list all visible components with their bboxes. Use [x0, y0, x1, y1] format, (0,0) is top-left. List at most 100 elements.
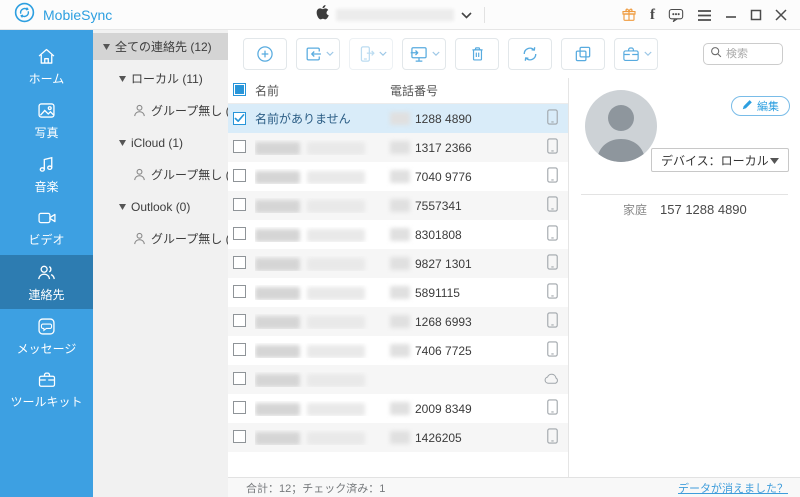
table-row[interactable]: 名前がありません 1288 4890 [228, 104, 568, 133]
search-box[interactable] [703, 43, 783, 65]
maximize-icon[interactable] [750, 9, 762, 21]
minimize-icon[interactable] [725, 9, 737, 21]
redacted-name-smear [307, 257, 365, 271]
data-recovery-link[interactable]: データが消えました？ [678, 480, 788, 496]
redacted-name-smear [307, 431, 365, 445]
row-checkbox[interactable] [233, 197, 246, 211]
briefcase-icon [36, 370, 58, 390]
tree-item-icloud[interactable]: iCloud (1) [93, 129, 228, 156]
table-row[interactable]: 7406 7725 [228, 336, 568, 365]
smartphone-icon [546, 312, 558, 331]
tree-item-all-contacts[interactable]: 全ての連絡先 (12) [93, 33, 228, 60]
toolkit-button[interactable] [614, 38, 658, 70]
contact-group-tree: 全ての連絡先 (12) ローカル (11) グループ無し (1 iCloud (1) グ… [93, 30, 228, 497]
redacted-phone-prefix [390, 257, 410, 270]
sidebar-item-videos[interactable]: ビデオ [0, 201, 93, 255]
refresh-icon [520, 44, 540, 64]
row-checkbox[interactable] [233, 429, 246, 443]
smartphone-icon [546, 225, 558, 244]
apple-icon [316, 5, 329, 25]
contact-phone: 7040 9776 [415, 169, 472, 184]
smartphone-icon [546, 283, 558, 302]
tree-item-label: iCloud (1) [131, 135, 184, 150]
menu-icon[interactable] [697, 9, 712, 22]
music-icon [36, 154, 57, 175]
tree-item-outlook-no-group[interactable]: グループ無し (0 [93, 225, 228, 252]
sidebar-item-label: 連絡先 [28, 287, 65, 302]
row-checkbox[interactable] [233, 168, 246, 182]
smartphone-icon [546, 138, 558, 157]
sidebar-item-contacts[interactable]: 連絡先 [0, 255, 93, 309]
export-to-pc-button[interactable] [402, 38, 446, 70]
tree-item-local-no-group[interactable]: グループ無し (1 [93, 97, 228, 124]
export-to-device-button[interactable] [349, 38, 393, 70]
row-checkbox[interactable] [233, 226, 246, 240]
redacted-phone-prefix [390, 315, 410, 328]
table-row[interactable] [228, 365, 568, 394]
select-all-checkbox[interactable] [233, 82, 246, 96]
main-panel: 名前 電話番号 名前がありません 1288 4890 1317 2366 704… [228, 30, 800, 497]
row-checkbox[interactable] [233, 342, 246, 356]
row-checkbox[interactable] [233, 400, 246, 414]
person-icon [133, 168, 146, 181]
device-source-value: デバイス：ローカル [661, 153, 769, 168]
table-row[interactable]: 2009 8349 [228, 394, 568, 423]
redacted-name-smear [307, 286, 365, 300]
redacted-phone-prefix [390, 431, 410, 444]
row-checkbox[interactable] [233, 284, 246, 298]
sidebar-item-label: ホーム [28, 71, 65, 86]
refresh-button[interactable] [508, 38, 552, 70]
row-checkbox[interactable] [233, 371, 246, 385]
table-row[interactable]: 1426205 [228, 423, 568, 452]
feedback-icon[interactable] [668, 8, 684, 23]
sidebar-item-toolkit[interactable]: ツールキット [0, 363, 93, 417]
row-checkbox[interactable] [233, 255, 246, 269]
delete-button[interactable] [455, 38, 499, 70]
deduplicate-button[interactable] [561, 38, 605, 70]
sidebar-item-label: メッセージ [16, 341, 77, 356]
sidebar-item-label: ビデオ [28, 233, 65, 247]
device-selector[interactable] [316, 0, 472, 30]
sidebar-item-music[interactable]: 音楽 [0, 147, 93, 201]
redacted-name [255, 257, 300, 271]
row-checkbox[interactable] [233, 139, 246, 153]
window-controls: f [621, 0, 787, 30]
sidebar-item-photos[interactable]: 写真 [0, 93, 93, 147]
tree-item-label: グループ無し (0 [151, 232, 228, 246]
device-source-dropdown[interactable]: デバイス：ローカル [651, 148, 789, 172]
sidebar-item-home[interactable]: ホーム [0, 39, 93, 93]
close-icon[interactable] [775, 9, 787, 21]
tree-item-icloud-no-group[interactable]: グループ無し (1 [93, 161, 228, 188]
table-row[interactable]: 1317 2366 [228, 133, 568, 162]
smartphone-icon [546, 428, 558, 447]
table-row[interactable]: 7040 9776 [228, 162, 568, 191]
redacted-name [255, 228, 300, 242]
gift-icon[interactable] [621, 7, 637, 23]
table-row[interactable]: 8301808 [228, 220, 568, 249]
search-input[interactable] [726, 48, 776, 60]
edit-button[interactable]: 編集 [731, 96, 790, 116]
tree-item-outlook[interactable]: Outlook (0) [93, 193, 228, 220]
row-checkbox[interactable] [233, 313, 246, 327]
table-row[interactable]: 1268 6993 [228, 307, 568, 336]
facebook-icon[interactable]: f [650, 7, 655, 24]
message-icon [36, 316, 57, 337]
search-icon [710, 45, 722, 63]
import-button[interactable] [296, 38, 340, 70]
contact-name: 名前がありません [255, 112, 351, 126]
contact-phone: 1317 2366 [415, 140, 472, 155]
table-row[interactable]: 5891115 [228, 278, 568, 307]
row-checkbox[interactable] [233, 111, 246, 125]
table-row[interactable]: 7557341 [228, 191, 568, 220]
tree-item-local[interactable]: ローカル (11) [93, 65, 228, 92]
add-contact-button[interactable] [243, 38, 287, 70]
export-device-icon [356, 44, 376, 64]
caret-down-icon [770, 153, 779, 167]
home-icon [36, 46, 57, 67]
redacted-device-name [336, 9, 454, 21]
smartphone-icon [546, 399, 558, 418]
table-row[interactable]: 9827 1301 [228, 249, 568, 278]
sidebar-item-messages[interactable]: メッセージ [0, 309, 93, 363]
contact-phone: 1426205 [415, 430, 462, 445]
redacted-phone-prefix [390, 199, 410, 212]
